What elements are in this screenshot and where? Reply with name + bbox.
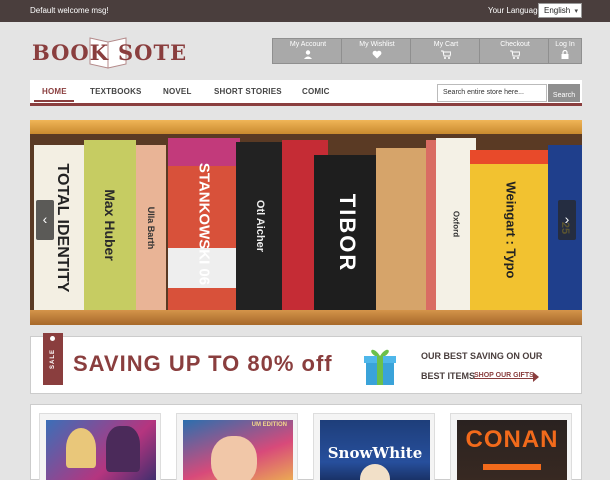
product-card[interactable]: UM EDITION	[176, 413, 298, 480]
chevron-down-icon: ▾	[574, 8, 578, 15]
product-cover-image: CONAN	[457, 420, 567, 480]
language-value: English	[544, 6, 571, 15]
checkout-cart-icon	[510, 50, 520, 59]
product-cover-image: SnowWhite	[320, 420, 430, 480]
language-select[interactable]: English ▾	[538, 3, 582, 18]
sale-banner[interactable]: SALE SAVING UP TO 80% off OUR BEST SAVIN…	[30, 333, 582, 394]
arrow-right-icon	[533, 372, 539, 382]
site-logo[interactable]: BOOK SOTE	[32, 37, 192, 69]
sale-tag-label: SALE	[50, 348, 56, 370]
my-cart-label: My Cart	[433, 41, 459, 48]
my-cart-button[interactable]: My Cart	[410, 38, 482, 64]
my-wishlist-label: My Wishlist	[359, 41, 395, 48]
slider-next-button[interactable]: ›	[558, 200, 576, 240]
product-cover-image: UM EDITION	[183, 420, 293, 480]
saving-line-1: OUR BEST SAVING ON OUR	[421, 351, 543, 361]
active-nav-indicator	[34, 100, 74, 102]
search-button[interactable]: Search	[548, 84, 580, 102]
slider-prev-button[interactable]: ‹	[36, 200, 54, 240]
book-spine: STANKOWSKI 06	[168, 138, 240, 310]
nav-item-comic[interactable]: COMIC	[302, 87, 330, 96]
book-spine: Ulla Barth	[136, 145, 166, 310]
my-account-button[interactable]: My Account	[272, 38, 344, 64]
shop-gifts-link[interactable]: SHOP OUR GIFTS	[474, 372, 534, 379]
nav-item-home[interactable]: HOME	[42, 87, 67, 96]
top-bar: Default welcome msg! Your Language: Engl…	[0, 0, 610, 22]
gift-box-icon	[364, 349, 396, 385]
cart-icon	[441, 50, 451, 59]
book-spine: TIBOR	[314, 155, 380, 310]
language-label: Your Language:	[488, 6, 545, 15]
book-spine	[376, 148, 428, 310]
sale-tag: SALE	[43, 333, 63, 385]
logo-word-2: SOTE	[118, 40, 188, 65]
search-input[interactable]: Search entire store here...	[437, 84, 547, 102]
product-card[interactable]: CONAN	[450, 413, 572, 480]
product-card[interactable]	[39, 413, 161, 480]
welcome-message: Default welcome msg!	[30, 6, 109, 15]
tag-hole	[50, 336, 55, 341]
my-account-label: My Account	[289, 41, 327, 48]
log-in-label: Log In	[555, 41, 575, 48]
product-grid: UM EDITION SnowWhite CONAN	[30, 404, 582, 480]
sale-headline: SAVING UP TO 80% off	[73, 351, 333, 376]
nav-item-novel[interactable]: NOVEL	[163, 87, 192, 96]
nav-item-textbooks[interactable]: TEXTBOOKS	[90, 87, 142, 96]
saving-line-2: BEST ITEMS	[421, 371, 476, 381]
logo-word-1: BOOK	[32, 40, 109, 65]
my-wishlist-button[interactable]: My Wishlist	[341, 38, 413, 64]
book-spine: Otl Aicher	[236, 142, 284, 310]
nav-item-short-stories[interactable]: SHORT STORIES	[214, 87, 282, 96]
product-card[interactable]: SnowWhite	[313, 413, 435, 480]
book-spine: Max Huber	[84, 140, 136, 310]
lock-icon	[561, 50, 569, 59]
shelf-top	[30, 120, 582, 134]
heart-icon	[372, 50, 382, 59]
product-cover-image	[46, 420, 156, 480]
user-icon	[304, 50, 312, 59]
book-spine: Weingart : Typo	[470, 150, 552, 310]
checkout-button[interactable]: Checkout	[479, 38, 551, 64]
shelf-bottom	[30, 310, 582, 325]
log-in-button[interactable]: Log In	[548, 38, 582, 64]
checkout-label: Checkout	[500, 41, 530, 48]
hero-slider: TOTAL IDENTITY Max Huber Ulla Barth STAN…	[30, 120, 582, 325]
